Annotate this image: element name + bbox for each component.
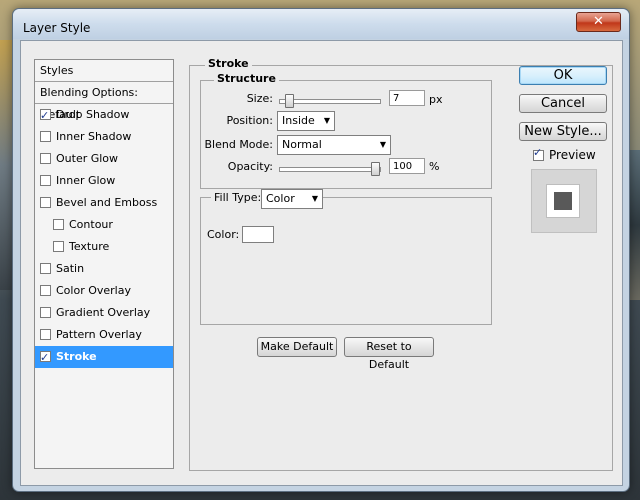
- styles-header[interactable]: Styles: [35, 60, 173, 82]
- style-item-label: Outer Glow: [56, 152, 119, 165]
- style-checkbox[interactable]: [40, 175, 51, 186]
- style-item-label: Texture: [69, 240, 110, 253]
- style-item-label: Satin: [56, 262, 85, 275]
- style-item-texture[interactable]: Texture: [35, 236, 173, 258]
- fill-type-label: Fill Type:: [211, 191, 265, 204]
- position-value: Inside: [282, 114, 315, 127]
- size-input[interactable]: 7: [389, 90, 425, 106]
- style-item-label: Gradient Overlay: [56, 306, 151, 319]
- position-label: Position:: [226, 114, 273, 127]
- preview-checkbox[interactable]: [533, 146, 544, 161]
- style-item-label: Contour: [69, 218, 113, 231]
- style-preview: [531, 169, 597, 233]
- blend-mode-dropdown[interactable]: Normal ▼: [277, 135, 391, 155]
- style-item-stroke[interactable]: Stroke: [35, 346, 173, 369]
- close-icon: ✕: [593, 14, 604, 29]
- style-checkbox[interactable]: [40, 131, 51, 142]
- size-label: Size:: [246, 92, 273, 105]
- blend-mode-value: Normal: [282, 138, 322, 151]
- preview-card: [546, 184, 580, 218]
- style-checkbox[interactable]: [40, 263, 51, 274]
- style-item-label: Inner Glow: [56, 174, 116, 187]
- reset-to-default-button[interactable]: Reset to Default: [344, 337, 434, 371]
- style-item-label: Pattern Overlay: [56, 328, 142, 341]
- style-item-pattern-overlay[interactable]: Pattern Overlay: [35, 324, 173, 346]
- fill-group: [200, 197, 492, 325]
- structure-group-title: Structure: [214, 72, 279, 85]
- style-checkbox[interactable]: [40, 307, 51, 318]
- style-checkbox[interactable]: [40, 197, 51, 208]
- opacity-label: Opacity:: [227, 160, 273, 173]
- style-item-bevel-and-emboss[interactable]: Bevel and Emboss: [35, 192, 173, 214]
- window-title: Layer Style: [23, 21, 91, 35]
- title-bar[interactable]: Layer Style ✕: [13, 9, 629, 39]
- new-style-button[interactable]: New Style...: [519, 122, 607, 141]
- size-unit: px: [429, 93, 443, 106]
- color-label: Color:: [207, 228, 240, 241]
- style-item-outer-glow[interactable]: Outer Glow: [35, 148, 173, 170]
- preview-thumbnail: [554, 192, 572, 210]
- style-item-inner-shadow[interactable]: Inner Shadow: [35, 126, 173, 148]
- style-checkbox[interactable]: [40, 153, 51, 164]
- ok-button[interactable]: OK: [519, 66, 607, 85]
- opacity-slider[interactable]: [279, 162, 381, 176]
- size-slider-thumb[interactable]: [285, 94, 294, 108]
- style-checkbox[interactable]: [40, 329, 51, 340]
- style-checkbox[interactable]: [53, 241, 64, 252]
- style-item-label: Bevel and Emboss: [56, 196, 158, 209]
- position-dropdown[interactable]: Inside ▼: [277, 111, 335, 131]
- style-checkbox[interactable]: [53, 219, 64, 230]
- opacity-slider-thumb[interactable]: [371, 162, 380, 176]
- preview-checkbox-row[interactable]: Preview: [533, 146, 596, 162]
- layer-style-dialog: Layer Style ✕ Styles Blending Options: D…: [12, 8, 630, 492]
- style-item-inner-glow[interactable]: Inner Glow: [35, 170, 173, 192]
- preview-label: Preview: [549, 148, 596, 162]
- style-item-color-overlay[interactable]: Color Overlay: [35, 280, 173, 302]
- make-default-button[interactable]: Make Default: [257, 337, 337, 357]
- style-item-gradient-overlay[interactable]: Gradient Overlay: [35, 302, 173, 324]
- opacity-unit: %: [429, 160, 440, 173]
- blend-mode-label: Blend Mode:: [204, 138, 274, 151]
- chevron-down-icon: ▼: [323, 116, 330, 125]
- cancel-button[interactable]: Cancel: [519, 94, 607, 113]
- style-checkbox[interactable]: [40, 105, 51, 127]
- stroke-group-title: Stroke: [205, 57, 252, 70]
- style-item-label: Drop Shadow: [56, 108, 130, 121]
- styles-list: Styles Blending Options: Default Drop Sh…: [34, 59, 174, 469]
- blending-options-item[interactable]: Blending Options: Default: [35, 82, 173, 121]
- style-item-satin[interactable]: Satin: [35, 258, 173, 280]
- fill-type-value: Color: [266, 192, 295, 205]
- style-item-contour[interactable]: Contour: [35, 214, 173, 236]
- chevron-down-icon: ▼: [311, 194, 318, 203]
- style-checkbox[interactable]: [40, 347, 51, 369]
- style-item-label: Color Overlay: [56, 284, 131, 297]
- opacity-input[interactable]: 100: [389, 158, 425, 174]
- style-item-drop-shadow[interactable]: Drop Shadow: [35, 104, 173, 127]
- fill-type-dropdown[interactable]: Color ▼: [261, 189, 323, 209]
- size-slider[interactable]: [279, 94, 381, 108]
- dialog-client-area: Styles Blending Options: Default Drop Sh…: [20, 40, 623, 486]
- style-item-label: Inner Shadow: [56, 130, 132, 143]
- color-swatch[interactable]: [242, 226, 274, 243]
- style-checkbox[interactable]: [40, 285, 51, 296]
- chevron-down-icon: ▼: [379, 140, 386, 149]
- close-button[interactable]: ✕: [576, 12, 621, 32]
- style-item-label: Stroke: [56, 350, 97, 363]
